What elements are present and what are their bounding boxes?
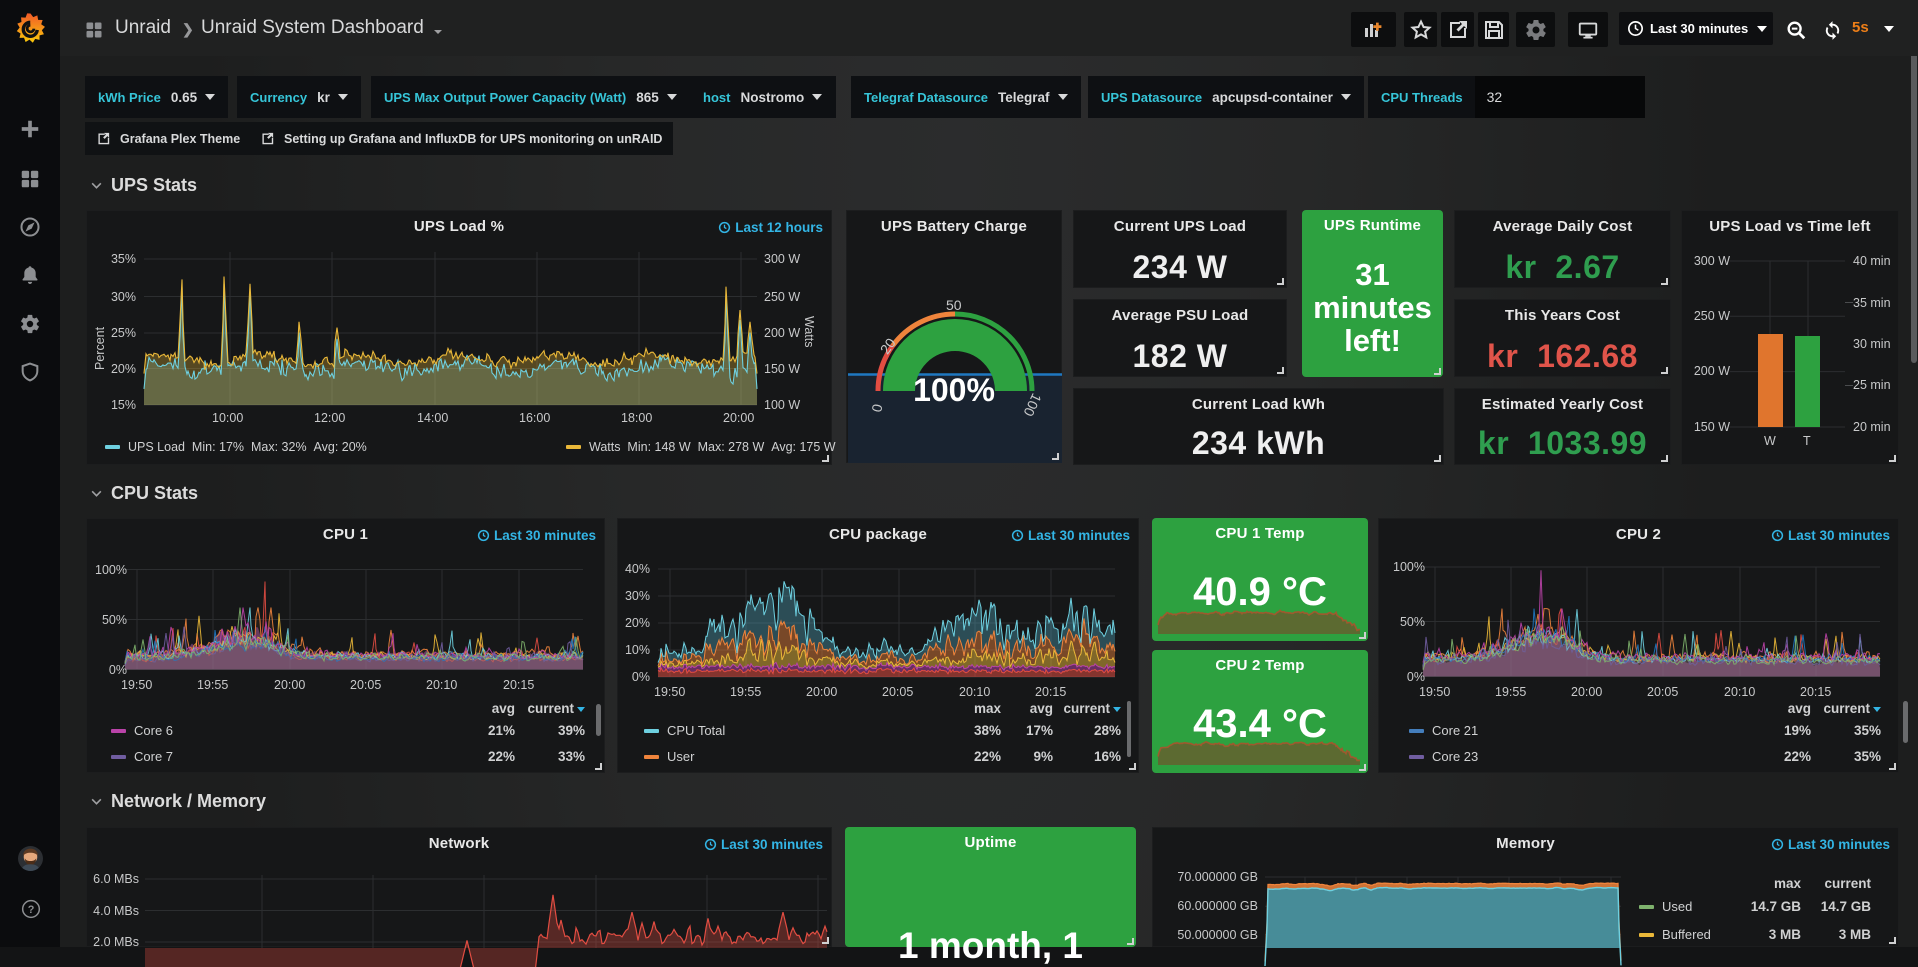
svg-text:?: ? xyxy=(28,904,35,916)
